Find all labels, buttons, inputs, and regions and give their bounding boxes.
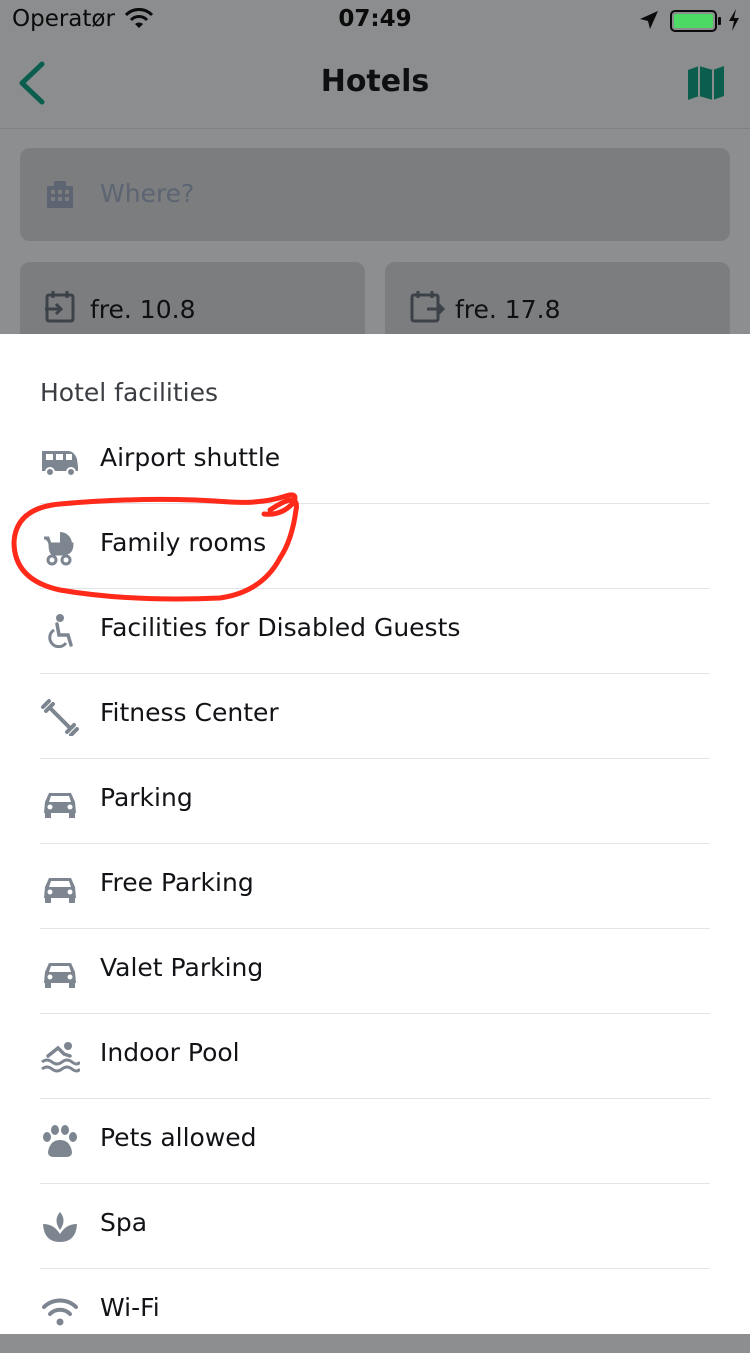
page-title: Hotels	[320, 64, 430, 99]
calendar-checkin-icon	[44, 290, 76, 328]
location-arrow-icon	[638, 9, 660, 35]
facility-label: Wi-Fi	[100, 1293, 160, 1322]
facility-row-pets-allowed[interactable]: Pets allowed	[40, 1099, 710, 1184]
shuttle-van-icon	[40, 443, 80, 481]
search-placeholder: Where?	[100, 179, 195, 208]
facility-row-fitness-center[interactable]: Fitness Center	[40, 674, 710, 759]
checkout-date: fre. 17.8	[455, 295, 561, 324]
status-bar: Operatør 07:49	[0, 0, 750, 40]
facility-label: Facilities for Disabled Guests	[100, 613, 461, 642]
stroller-icon	[40, 528, 80, 566]
facility-row-family-rooms[interactable]: Family rooms	[40, 504, 710, 589]
facility-label: Fitness Center	[100, 698, 279, 727]
facility-row-valet-parking[interactable]: Valet Parking	[40, 929, 710, 1014]
facility-label: Pets allowed	[100, 1123, 257, 1152]
car-icon	[40, 953, 80, 991]
facility-label: Airport shuttle	[100, 443, 281, 472]
car-icon	[40, 783, 80, 821]
charging-bolt-icon	[727, 8, 741, 36]
checkin-date: fre. 10.8	[90, 295, 196, 324]
facility-label: Parking	[100, 783, 193, 812]
facility-label: Free Parking	[100, 868, 254, 897]
facility-row-free-parking[interactable]: Free Parking	[40, 844, 710, 929]
car-icon	[40, 868, 80, 906]
facility-row-spa[interactable]: Spa	[40, 1184, 710, 1269]
building-icon	[44, 178, 76, 214]
facility-label: Valet Parking	[100, 953, 264, 982]
facilities-list: Airport shuttle Family rooms Facilities …	[40, 419, 710, 1353]
facility-label: Family rooms	[100, 528, 267, 557]
navigation-bar: Hotels	[0, 40, 750, 129]
dumbbell-icon	[40, 698, 80, 737]
facilities-sheet: Hotel facilities Airport shuttle Family …	[0, 334, 750, 1334]
map-icon[interactable]	[686, 64, 726, 106]
battery-icon	[670, 9, 724, 37]
calendar-checkout-icon	[409, 290, 446, 328]
facility-row-disabled-guests[interactable]: Facilities for Disabled Guests	[40, 589, 710, 674]
facility-row-indoor-pool[interactable]: Indoor Pool	[40, 1014, 710, 1099]
destination-search-field[interactable]: Where?	[20, 148, 730, 241]
facility-row-wifi[interactable]: Wi-Fi	[40, 1269, 710, 1353]
wifi-icon	[40, 1293, 80, 1331]
wheelchair-icon	[40, 613, 80, 651]
paw-icon	[40, 1123, 80, 1161]
facility-row-parking[interactable]: Parking	[40, 759, 710, 844]
facility-label: Spa	[100, 1208, 148, 1237]
facility-row-airport-shuttle[interactable]: Airport shuttle	[40, 419, 710, 504]
swimmer-icon	[40, 1038, 82, 1076]
facility-label: Indoor Pool	[100, 1038, 240, 1067]
lotus-icon	[40, 1208, 80, 1246]
sheet-heading: Hotel facilities	[40, 378, 219, 407]
